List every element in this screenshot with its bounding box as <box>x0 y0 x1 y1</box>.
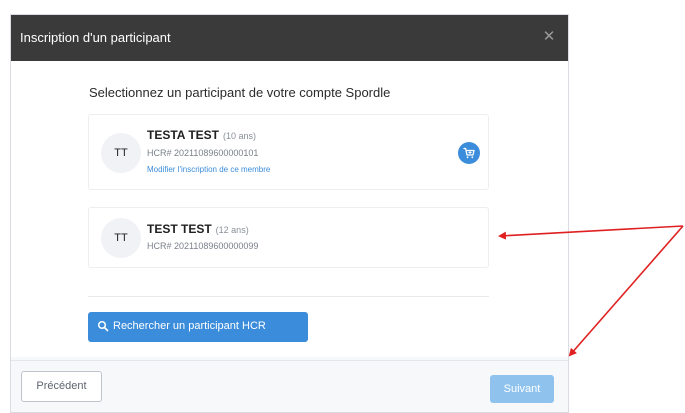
cart-icon <box>463 147 475 159</box>
participant-age: (10 ans) <box>223 131 257 141</box>
participant-hcr-number: HCR# 20211089600000101 <box>147 148 259 158</box>
modal-title: Inscription d'un participant <box>20 30 171 45</box>
registration-modal: Inscription d'un participant ✕ Selection… <box>10 14 569 413</box>
divider <box>88 296 489 297</box>
participant-card[interactable]: TT TESTA TEST (10 ans) HCR# 2021108960000… <box>88 114 489 190</box>
previous-button[interactable]: Précédent <box>21 371 102 402</box>
participant-select-heading: Selectionnez un participant de votre com… <box>89 85 391 100</box>
participant-name-text: TEST TEST <box>147 222 212 236</box>
avatar: TT <box>101 133 141 173</box>
participant-hcr-number: HCR# 20211089600000099 <box>147 241 259 251</box>
next-button[interactable]: Suivant <box>490 375 554 403</box>
participant-name: TEST TEST (12 ans) <box>147 222 249 236</box>
participant-name-text: TESTA TEST <box>147 128 219 142</box>
participant-name: TESTA TEST (10 ans) <box>147 128 256 142</box>
modal-header: Inscription d'un participant ✕ <box>11 15 568 61</box>
search-hcr-participant-label: Rechercher un participant HCR <box>113 320 266 332</box>
avatar: TT <box>101 218 141 258</box>
participant-card[interactable]: TT TEST TEST (12 ans) HCR# 20211089600000… <box>88 207 489 268</box>
close-icon[interactable]: ✕ <box>542 29 556 45</box>
add-to-cart-button[interactable] <box>458 142 480 164</box>
search-hcr-participant-button[interactable]: Rechercher un participant HCR <box>88 312 308 342</box>
screenshot: Inscription d'un participant ✕ Selection… <box>0 0 685 413</box>
annotation-arrow <box>568 225 684 357</box>
edit-registration-link[interactable]: Modifier l'inscription de ce membre <box>147 165 270 174</box>
footer-divider <box>11 360 568 361</box>
search-icon <box>97 320 109 332</box>
participant-age: (12 ans) <box>215 225 249 235</box>
modal-body: Selectionnez un participant de votre com… <box>11 61 568 357</box>
